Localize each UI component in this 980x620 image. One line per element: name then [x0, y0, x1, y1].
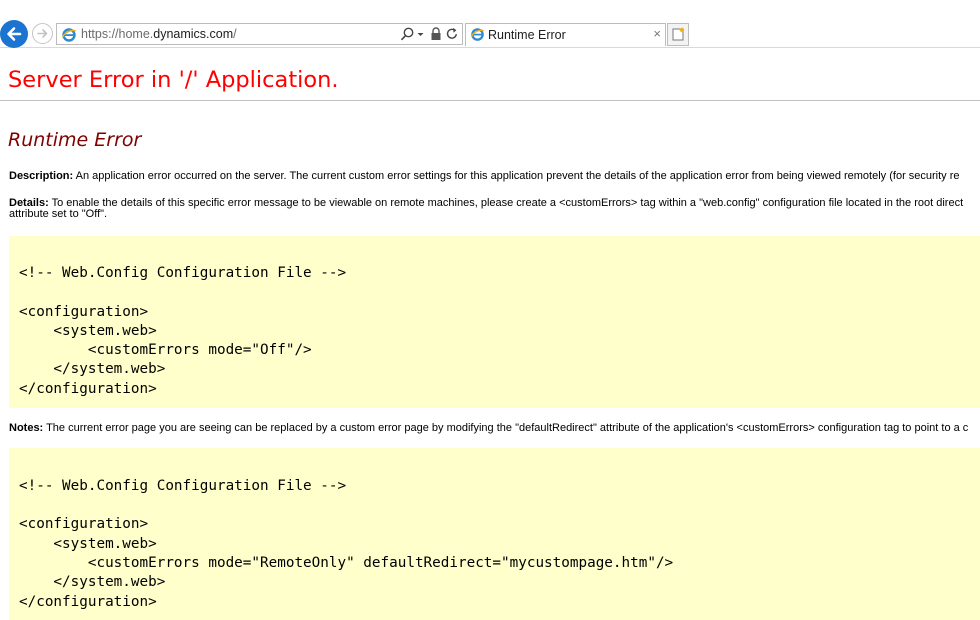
page-subtitle: Runtime Error [8, 129, 142, 151]
url-domain: dynamics.com [153, 27, 234, 41]
notes-paragraph: Notes: The current error page you are se… [9, 423, 968, 434]
browser-toolbar: https://home.dynamics.com/ Runtime Error… [0, 0, 980, 48]
url-suffix: / [233, 27, 237, 41]
code-line: <!-- Web.Config Configuration File --> [19, 478, 347, 494]
description-paragraph: Description: An application error occurr… [9, 171, 960, 182]
address-bar[interactable]: https://home.dynamics.com/ [56, 23, 463, 45]
details-text-continued: attribute set to "Off". [9, 208, 108, 220]
refresh-icon[interactable] [445, 26, 459, 47]
browser-tab[interactable]: Runtime Error × [465, 23, 666, 46]
code-line: </configuration> [19, 594, 157, 610]
search-icon[interactable] [399, 26, 415, 47]
forward-button[interactable] [32, 23, 53, 44]
code-line: <configuration> [19, 304, 149, 320]
details-text: To enable the details of this specific e… [48, 197, 964, 209]
page-title: Server Error in '/' Application. [8, 67, 339, 93]
new-tab-icon [672, 27, 685, 41]
ie-logo-icon [470, 27, 485, 47]
description-label: Description: [9, 170, 74, 182]
url-prefix: https://home. [81, 27, 154, 41]
code-block-remoteonly: <!-- Web.Config Configuration File --> <… [9, 448, 980, 620]
back-button[interactable] [0, 20, 28, 48]
close-icon[interactable]: × [653, 26, 661, 42]
code-line: <!-- Web.Config Configuration File --> [19, 265, 347, 281]
code-line: <customErrors mode="Off"/> [19, 342, 312, 358]
dropdown-icon[interactable] [416, 26, 425, 47]
page-content: Server Error in '/' Application. Runtime… [0, 48, 980, 620]
lock-icon[interactable] [429, 26, 443, 47]
code-block-off: <!-- Web.Config Configuration File --> <… [9, 236, 980, 408]
code-line: </system.web> [19, 574, 166, 590]
code-line: <customErrors mode="RemoteOnly" defaultR… [19, 555, 674, 571]
notes-label: Notes: [9, 422, 44, 434]
code-line: </system.web> [19, 361, 166, 377]
url-text[interactable]: https://home.dynamics.com/ [81, 26, 237, 42]
code-line: <system.web> [19, 536, 157, 552]
ie-logo-icon [61, 27, 77, 48]
code-line: </configuration> [19, 381, 157, 397]
code-line: <configuration> [19, 516, 149, 532]
title-divider [0, 100, 980, 101]
code-line: <system.web> [19, 323, 157, 339]
back-arrow-icon [7, 27, 22, 41]
new-tab-button[interactable] [667, 23, 689, 46]
forward-arrow-icon [37, 29, 48, 38]
tab-title: Runtime Error [488, 28, 566, 42]
description-text: An application error occurred on the ser… [73, 170, 960, 182]
details-paragraph: Details: To enable the details of this s… [9, 198, 963, 220]
notes-text: The current error page you are seeing ca… [43, 422, 969, 434]
